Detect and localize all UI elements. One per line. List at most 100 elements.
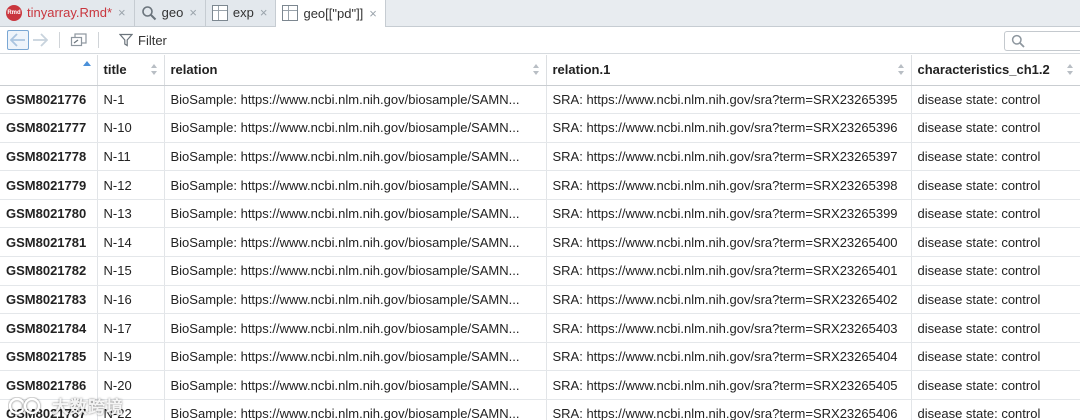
column-header-relation-1[interactable]: relation.1 (546, 55, 912, 86)
column-header-relation[interactable]: relation (164, 55, 547, 86)
table-row: GSM8021779 N-12 BioSample: https://www.n… (0, 170, 1080, 200)
characteristics-cell: disease state: control (911, 85, 1080, 115)
tab-exp[interactable]: exp × (205, 0, 277, 26)
relation-1-cell: SRA: https://www.ncbi.nlm.nih.gov/sra?te… (546, 399, 912, 420)
data-grid-icon (211, 4, 228, 21)
data-viewer-toolbar: Filter (0, 27, 1080, 54)
table-row: GSM8021778 N-11 BioSample: https://www.n… (0, 142, 1080, 172)
filter-button[interactable]: Filter (119, 33, 167, 48)
tab-label: tinyarray.Rmd* (27, 5, 113, 20)
row-name-cell: GSM8021777 (0, 113, 98, 143)
table-row: GSM8021787 N-22 BioSample: https://www.n… (0, 399, 1080, 420)
title-cell: N-12 (97, 170, 165, 200)
characteristics-cell: disease state: control (911, 285, 1080, 315)
relation-1-cell: SRA: https://www.ncbi.nlm.nih.gov/sra?te… (546, 113, 912, 143)
sort-icon (532, 63, 540, 77)
table-row: GSM8021780 N-13 BioSample: https://www.n… (0, 199, 1080, 229)
relation-1-cell: SRA: https://www.ncbi.nlm.nih.gov/sra?te… (546, 370, 912, 401)
sort-icon (1066, 63, 1074, 77)
forward-button[interactable] (29, 30, 51, 50)
characteristics-cell: disease state: control (911, 313, 1080, 343)
row-name-cell: GSM8021781 (0, 227, 98, 258)
table-row: GSM8021783 N-16 BioSample: https://www.n… (0, 285, 1080, 315)
table-row: GSM8021782 N-15 BioSample: https://www.n… (0, 256, 1080, 286)
characteristics-cell: disease state: control (911, 342, 1080, 372)
toolbar-divider (98, 32, 99, 48)
relation-cell: BioSample: https://www.ncbi.nlm.nih.gov/… (164, 85, 547, 115)
row-name-cell: GSM8021780 (0, 199, 98, 229)
filter-icon (119, 33, 133, 47)
filter-label: Filter (138, 32, 167, 48)
title-cell: N-11 (97, 142, 165, 172)
characteristics-cell: disease state: control (911, 199, 1080, 229)
tab-label: exp (232, 5, 254, 20)
title-cell: N-13 (97, 199, 165, 229)
row-name-cell: GSM8021776 (0, 85, 98, 115)
row-name-cell: GSM8021786 (0, 370, 98, 401)
relation-cell: BioSample: https://www.ncbi.nlm.nih.gov/… (164, 170, 547, 200)
relation-cell: BioSample: https://www.ncbi.nlm.nih.gov/… (164, 313, 547, 343)
close-icon[interactable]: × (118, 5, 126, 20)
close-icon[interactable]: × (369, 6, 377, 21)
table-row: GSM8021786 N-20 BioSample: https://www.n… (0, 370, 1080, 401)
title-cell: N-20 (97, 370, 165, 401)
close-icon[interactable]: × (189, 5, 197, 20)
relation-cell: BioSample: https://www.ncbi.nlm.nih.gov/… (164, 399, 547, 420)
characteristics-cell: disease state: control (911, 256, 1080, 286)
characteristics-cell: disease state: control (911, 227, 1080, 258)
relation-cell: BioSample: https://www.ncbi.nlm.nih.gov/… (164, 256, 547, 286)
characteristics-cell: disease state: control (911, 142, 1080, 172)
search-input[interactable] (1004, 31, 1080, 51)
rmd-file-icon: Rmd (6, 4, 22, 21)
back-button[interactable] (7, 30, 29, 50)
data-viewer-table: title relation relation.1 characteristic… (0, 55, 1080, 420)
title-cell: N-16 (97, 285, 165, 315)
arrow-right-icon (33, 33, 48, 47)
row-name-cell: GSM8021785 (0, 342, 98, 372)
relation-cell: BioSample: https://www.ncbi.nlm.nih.gov/… (164, 370, 547, 401)
title-cell: N-19 (97, 342, 165, 372)
column-header-title[interactable]: title (97, 55, 165, 86)
relation-cell: BioSample: https://www.ncbi.nlm.nih.gov/… (164, 113, 547, 143)
column-header-characteristics[interactable]: characteristics_ch1.2 (911, 55, 1080, 86)
title-cell: N-15 (97, 256, 165, 286)
relation-1-cell: SRA: https://www.ncbi.nlm.nih.gov/sra?te… (546, 142, 912, 172)
relation-1-cell: SRA: https://www.ncbi.nlm.nih.gov/sra?te… (546, 170, 912, 200)
tab-geo[interactable]: geo × (134, 0, 206, 26)
column-header-rownames[interactable] (0, 55, 98, 86)
relation-1-cell: SRA: https://www.ncbi.nlm.nih.gov/sra?te… (546, 313, 912, 343)
characteristics-cell: disease state: control (911, 170, 1080, 200)
relation-cell: BioSample: https://www.ncbi.nlm.nih.gov/… (164, 142, 547, 172)
popout-button[interactable] (68, 30, 90, 50)
relation-1-cell: SRA: https://www.ncbi.nlm.nih.gov/sra?te… (546, 199, 912, 229)
tab-label: geo (161, 5, 184, 20)
sort-ascending-icon (82, 61, 91, 66)
sort-icon (897, 63, 905, 77)
row-name-cell: GSM8021779 (0, 170, 98, 200)
title-cell: N-17 (97, 313, 165, 343)
title-cell: N-14 (97, 227, 165, 258)
editor-tab-bar: Rmd tinyarray.Rmd* × geo × exp × geo[["p… (0, 0, 1080, 27)
title-cell: N-10 (97, 113, 165, 143)
relation-cell: BioSample: https://www.ncbi.nlm.nih.gov/… (164, 227, 547, 258)
table-row: GSM8021776 N-1 BioSample: https://www.nc… (0, 85, 1080, 115)
table-header-row: title relation relation.1 characteristic… (0, 55, 1080, 86)
toolbar-divider (59, 32, 60, 48)
characteristics-cell: disease state: control (911, 399, 1080, 420)
relation-cell: BioSample: https://www.ncbi.nlm.nih.gov/… (164, 342, 547, 372)
characteristics-cell: disease state: control (911, 113, 1080, 143)
close-icon[interactable]: × (260, 5, 268, 20)
row-name-cell: GSM8021784 (0, 313, 98, 343)
tab-label: geo[["pd"]] (303, 5, 364, 21)
table-row: GSM8021785 N-19 BioSample: https://www.n… (0, 342, 1080, 372)
relation-1-cell: SRA: https://www.ncbi.nlm.nih.gov/sra?te… (546, 85, 912, 115)
tab-tinyarray-rmd[interactable]: Rmd tinyarray.Rmd* × (0, 0, 135, 26)
row-name-cell: GSM8021782 (0, 256, 98, 286)
tab-geo-pd[interactable]: geo[["pd"]] × (276, 0, 386, 27)
search-icon (141, 5, 157, 21)
relation-1-cell: SRA: https://www.ncbi.nlm.nih.gov/sra?te… (546, 285, 912, 315)
sort-icon (150, 63, 158, 77)
table-row: GSM8021784 N-17 BioSample: https://www.n… (0, 313, 1080, 343)
table-row: GSM8021777 N-10 BioSample: https://www.n… (0, 113, 1080, 143)
table-row: GSM8021781 N-14 BioSample: https://www.n… (0, 227, 1080, 258)
